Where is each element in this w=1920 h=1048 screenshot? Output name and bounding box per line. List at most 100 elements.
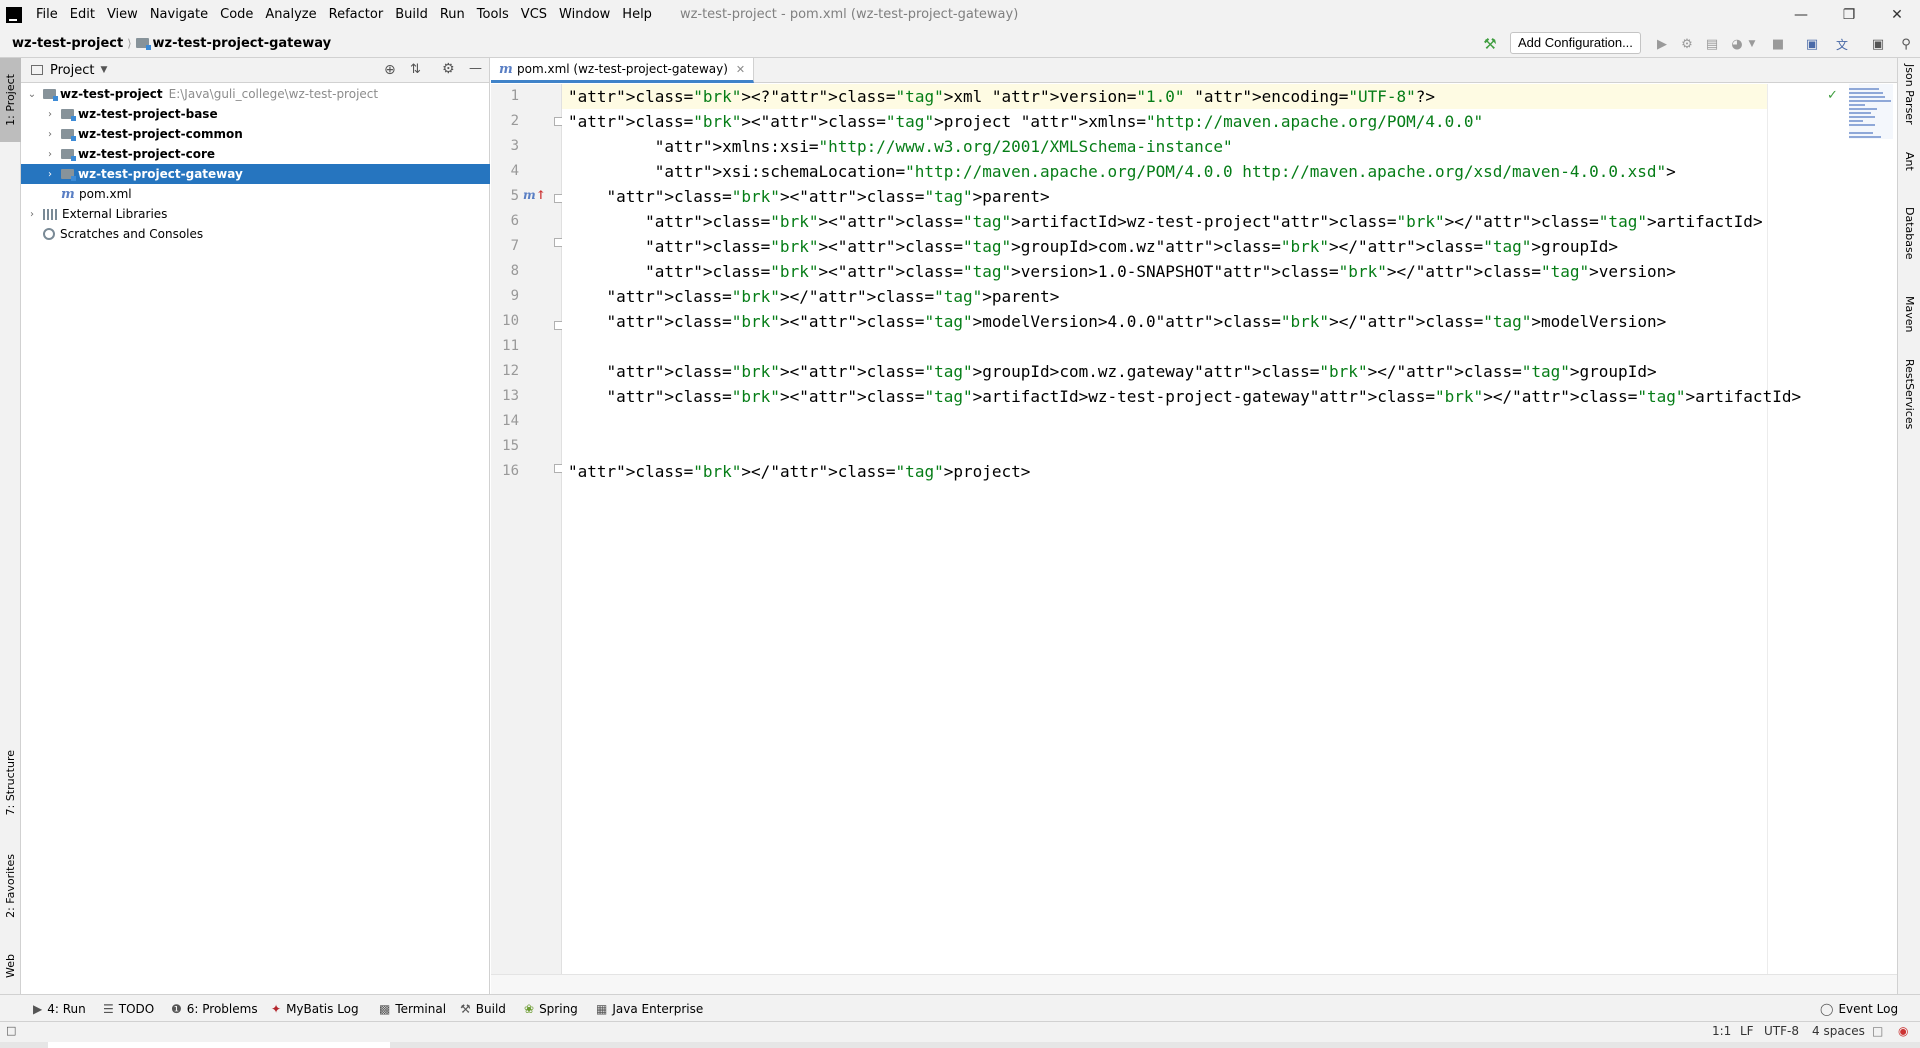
caret-position[interactable]: 1:1 xyxy=(1712,1024,1731,1038)
collapsed-chevron-icon[interactable]: › xyxy=(43,149,57,160)
editor-horizontal-scrollbar[interactable] xyxy=(491,974,1897,994)
tool-button-run[interactable]: ▶ 4: Run xyxy=(33,995,86,1022)
menu-build[interactable]: Build xyxy=(389,0,434,29)
tree-row-module-core[interactable]: › wz-test-project-core xyxy=(21,144,490,164)
menu-analyze[interactable]: Analyze xyxy=(259,0,322,29)
collapsed-chevron-icon[interactable]: › xyxy=(25,209,39,220)
code-line[interactable]: "attr">class="brk"><?"attr">class="tag">… xyxy=(568,84,1435,109)
collapsed-chevron-icon[interactable]: › xyxy=(43,109,57,120)
code-line[interactable]: "attr">class="brk"><"attr">class="tag">a… xyxy=(568,209,1763,234)
code-line[interactable]: "attr">class="brk"><"attr">class="tag">a… xyxy=(568,384,1802,409)
indent-setting[interactable]: 4 spaces xyxy=(1812,1024,1865,1038)
code-line[interactable]: "attr">class="brk"><"attr">class="tag">m… xyxy=(568,309,1667,334)
line-separator[interactable]: LF xyxy=(1740,1024,1754,1038)
tool-tab-project[interactable]: 1: Project xyxy=(0,58,21,142)
run-icon[interactable]: ▶ xyxy=(1654,36,1670,52)
menu-edit[interactable]: Edit xyxy=(64,0,101,29)
tree-row-module-gateway[interactable]: › wz-test-project-gateway xyxy=(21,164,490,184)
scrollbar-thumb[interactable] xyxy=(48,1042,390,1048)
view-dropdown-chevron-icon[interactable]: ▼ xyxy=(100,65,107,75)
translate-icon[interactable]: 文 xyxy=(1834,36,1850,52)
tool-tab-database[interactable]: Database xyxy=(1898,198,1920,268)
tool-tab-json-parser[interactable]: Json Parser xyxy=(1898,62,1920,126)
close-tab-icon[interactable]: ✕ xyxy=(736,63,745,76)
code-line[interactable]: "attr">class="brk"><"attr">class="tag">p… xyxy=(568,184,1050,209)
stop-icon[interactable]: ■ xyxy=(1770,36,1786,52)
code-line[interactable]: "attr">class="brk"><"attr">class="tag">p… xyxy=(568,109,1483,134)
hide-panel-icon[interactable]: — xyxy=(469,61,482,76)
code-line[interactable]: "attr">class="brk"><"attr">class="tag">g… xyxy=(568,234,1618,259)
tree-row-external-libraries[interactable]: › External Libraries xyxy=(21,204,490,224)
window-horizontal-scrollbar[interactable] xyxy=(0,1042,1920,1048)
close-window-icon[interactable]: ✕ xyxy=(1874,0,1920,29)
tool-tab-maven[interactable]: Maven xyxy=(1898,284,1920,344)
locate-target-icon[interactable]: ⊕ xyxy=(384,62,396,78)
tool-tab-database-label: Database xyxy=(1903,206,1916,260)
tool-button-todo[interactable]: ☰ TODO xyxy=(103,995,154,1022)
collapsed-chevron-icon[interactable]: › xyxy=(43,169,57,180)
tool-button-terminal[interactable]: ▩ Terminal xyxy=(379,995,446,1022)
code-line[interactable]: "attr">class="brk"><"attr">class="tag">v… xyxy=(568,259,1676,284)
file-encoding[interactable]: UTF-8 xyxy=(1764,1024,1799,1038)
line-number: 13 xyxy=(502,388,519,404)
tree-row-module-base[interactable]: › wz-test-project-base xyxy=(21,104,490,124)
tool-tab-ant[interactable]: Ant xyxy=(1898,140,1920,182)
settings-gear-icon[interactable]: ⚙ xyxy=(442,61,455,77)
maven-parent-navigate-icon[interactable]: m↑ xyxy=(523,188,546,202)
presentation-icon[interactable]: ▣ xyxy=(1870,36,1886,52)
debug-icon[interactable]: ⚙ xyxy=(1679,36,1695,52)
tool-tab-structure[interactable]: 7: Structure xyxy=(0,740,21,825)
tree-row-root-project[interactable]: ⌄ wz-test-project E:\Java\guli_college\w… xyxy=(21,84,490,104)
editor-tab-pom-xml[interactable]: m pom.xml (wz-test-project-gateway) ✕ xyxy=(491,58,755,83)
tool-button-mybatis-log[interactable]: ✦ MyBatis Log xyxy=(271,995,359,1022)
menu-navigate[interactable]: Navigate xyxy=(144,0,214,29)
code-line[interactable]: "attr">xsi:schemaLocation="http://maven.… xyxy=(568,159,1676,184)
menu-run[interactable]: Run xyxy=(434,0,471,29)
expanded-chevron-icon[interactable]: ⌄ xyxy=(25,89,39,100)
code-line[interactable]: "attr">class="brk"></"attr">class="tag">… xyxy=(568,459,1030,484)
no-problems-check-icon[interactable]: ✓ xyxy=(1827,88,1838,103)
collapsed-chevron-icon[interactable]: › xyxy=(43,129,57,140)
menu-view[interactable]: View xyxy=(101,0,144,29)
tree-row-scratches[interactable]: Scratches and Consoles xyxy=(21,224,490,244)
tool-button-event-log[interactable]: ◯ Event Log xyxy=(1820,995,1898,1022)
coverage-icon[interactable]: ▤ xyxy=(1704,36,1720,52)
minimize-icon[interactable]: — xyxy=(1778,0,1824,29)
tool-tab-web[interactable]: Web xyxy=(0,942,21,990)
profile-icon[interactable]: ◕ xyxy=(1729,36,1745,52)
breadcrumb-project[interactable]: wz-test-project xyxy=(12,36,123,51)
tool-tab-rest-services[interactable]: RestServices xyxy=(1898,354,1920,434)
project-panel-title[interactable]: Project xyxy=(50,63,94,78)
menu-help[interactable]: Help xyxy=(616,0,658,29)
collapse-all-icon[interactable]: ⇅ xyxy=(410,62,421,77)
tool-button-build[interactable]: ⚒ Build xyxy=(460,995,506,1022)
lock-icon[interactable]: □ xyxy=(1872,1024,1883,1038)
menu-vcs[interactable]: VCS xyxy=(515,0,553,29)
menu-file[interactable]: File xyxy=(30,0,64,29)
project-structure-icon[interactable]: ▣ xyxy=(1804,36,1820,52)
menu-refactor[interactable]: Refactor xyxy=(323,0,390,29)
hammer-build-icon[interactable]: ⚒ xyxy=(1482,35,1498,53)
tree-row-module-common[interactable]: › wz-test-project-common xyxy=(21,124,490,144)
breadcrumb-module[interactable]: wz-test-project-gateway xyxy=(135,36,331,51)
tool-button-problems[interactable]: ❶ 6: Problems xyxy=(171,995,258,1022)
tool-windows-toggle-icon[interactable]: □ xyxy=(6,1024,16,1037)
more-run-chevron-icon[interactable]: ▼ xyxy=(1744,36,1760,52)
menu-tools[interactable]: Tools xyxy=(471,0,515,29)
module-folder-icon xyxy=(61,149,76,161)
add-configuration-button[interactable]: Add Configuration... xyxy=(1510,32,1641,54)
menu-window[interactable]: Window xyxy=(553,0,616,29)
tool-button-spring[interactable]: ❀ Spring xyxy=(524,995,578,1022)
tool-tab-favorites[interactable]: 2: Favorites xyxy=(0,843,21,928)
tree-row-pom-xml[interactable]: m pom.xml xyxy=(21,184,490,204)
menu-code[interactable]: Code xyxy=(214,0,259,29)
code-editor[interactable]: "attr">class="brk"><?"attr">class="tag">… xyxy=(562,84,1897,974)
code-line[interactable]: "attr">class="brk"><"attr">class="tag">g… xyxy=(568,359,1657,384)
search-everywhere-icon[interactable]: ⚲ xyxy=(1898,36,1914,52)
restore-icon[interactable]: ❐ xyxy=(1826,0,1872,29)
tool-button-java-enterprise[interactable]: ▦ Java Enterprise xyxy=(596,995,703,1022)
inspection-status-icon[interactable]: ◉ xyxy=(1898,1024,1908,1038)
code-line[interactable]: "attr">xmlns:xsi="http://www.w3.org/2001… xyxy=(568,134,1233,159)
code-line[interactable]: "attr">class="brk"></"attr">class="tag">… xyxy=(568,284,1060,309)
minimap-line xyxy=(1849,88,1879,90)
